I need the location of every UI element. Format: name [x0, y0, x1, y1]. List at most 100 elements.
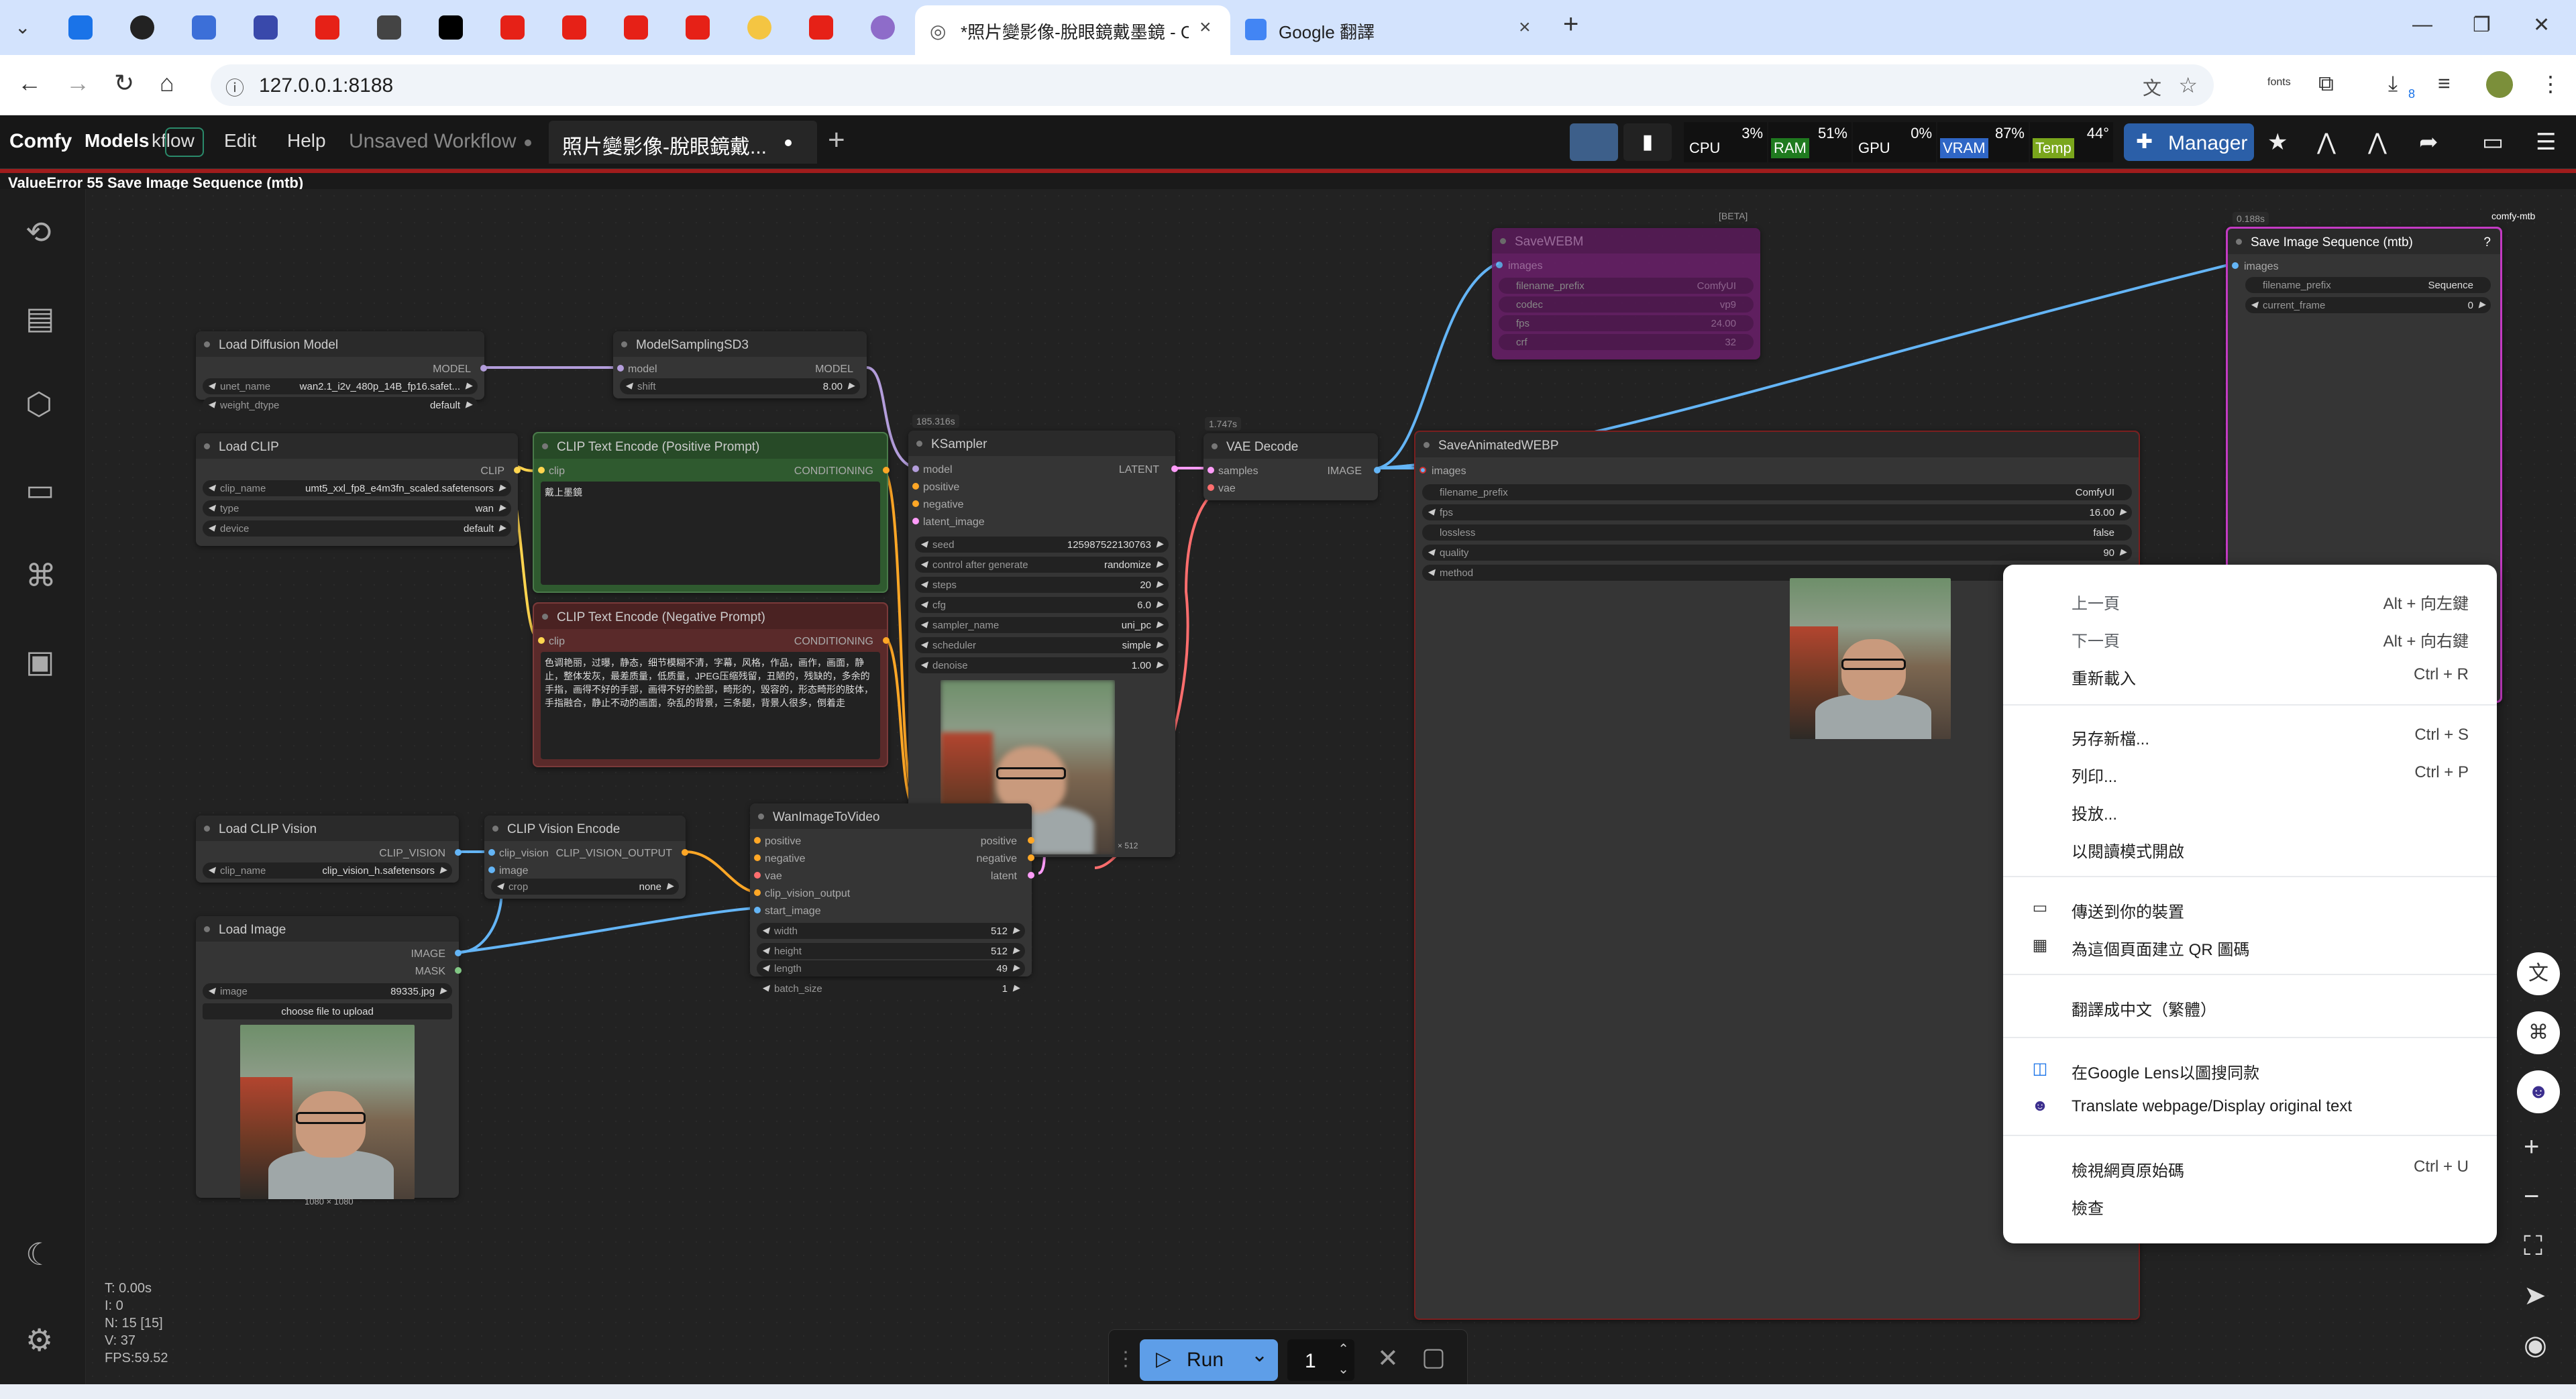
help-icon[interactable]: ?: [2483, 235, 2491, 250]
pinned-tab-icon[interactable]: [871, 15, 895, 40]
widget-image[interactable]: ◀ image 89335.jpg ▶: [203, 983, 452, 999]
input-pin[interactable]: [754, 837, 761, 844]
pinned-tab-icon[interactable]: [747, 15, 771, 40]
input-pin[interactable]: [1496, 262, 1503, 268]
menu-item-print[interactable]: 列印... Ctrl + P: [2003, 754, 2497, 791]
menu-item-google-lens[interactable]: ◫ 在Google Lens以圖搜同款: [2003, 1050, 2497, 1088]
output-pin[interactable]: [1171, 465, 1178, 472]
collapse-dot-icon[interactable]: [204, 826, 210, 832]
input-pin[interactable]: [1419, 467, 1426, 473]
star-icon[interactable]: ★: [2267, 129, 2288, 156]
tab-list-icon[interactable]: ⌄: [15, 16, 30, 38]
pinned-tab-icon[interactable]: [377, 15, 401, 40]
comfy-logo[interactable]: Comfy: [9, 130, 72, 153]
output-pin[interactable]: [455, 967, 462, 974]
batch-count-input[interactable]: 1 ⌃ ⌄: [1287, 1339, 1354, 1381]
translate-float-icon[interactable]: 文: [2517, 952, 2560, 995]
menu-item-reading-mode[interactable]: 以閱讀模式開啟: [2003, 829, 2497, 866]
menu-item-send-to-device[interactable]: ▭ 傳送到你的裝置: [2003, 889, 2497, 927]
widget-fps[interactable]: fps 24.00: [1499, 315, 1754, 331]
tab-google-translate[interactable]: Google 翻譯 ×: [1238, 5, 1547, 55]
back-icon[interactable]: ←: [17, 70, 42, 97]
node-load-clip[interactable]: Load CLIP CLIP ◀ clip_name umt5_xxl_fp8_e4…: [196, 433, 521, 546]
prompt-textarea[interactable]: 色调艳丽，过曝，静态，细节模糊不清，字幕，风格，作品，画作，画面，静止，整体发灰…: [541, 652, 880, 759]
input-pin[interactable]: [754, 872, 761, 879]
node-title-bar[interactable]: ModelSamplingSD3: [613, 331, 867, 357]
fit-view-icon[interactable]: ⛶: [2524, 1231, 2542, 1261]
input-pin[interactable]: [538, 467, 545, 473]
close-tab-icon[interactable]: ×: [1519, 17, 1531, 38]
widget-type[interactable]: ◀ type wan ▶: [203, 500, 511, 516]
home-icon[interactable]: ⌂: [160, 70, 174, 97]
input-pin[interactable]: [1208, 484, 1214, 491]
collapse-dot-icon[interactable]: [1424, 442, 1430, 448]
node-library-icon[interactable]: ▤: [25, 300, 54, 335]
input-pin[interactable]: [754, 889, 761, 896]
collapse-dot-icon[interactable]: [916, 441, 922, 447]
collapse-dot-icon[interactable]: [542, 443, 548, 449]
prompt-textarea[interactable]: 戴上墨鏡: [541, 482, 880, 585]
address-bar[interactable]: ⓘ 127.0.0.1:8188 文 ☆: [211, 64, 2214, 106]
widget-steps[interactable]: ◀ steps 20 ▶: [915, 577, 1169, 593]
menu-edit[interactable]: Edit: [224, 130, 256, 152]
select-mode-icon[interactable]: ➤: [2524, 1281, 2546, 1310]
collapse-dot-icon[interactable]: [542, 614, 548, 620]
forward-icon[interactable]: →: [66, 70, 90, 97]
queue-history-icon[interactable]: ⟲: [25, 215, 52, 249]
node-title-bar[interactable]: WanImageToVideo: [750, 803, 1032, 829]
bookmark-icon[interactable]: ▮: [1623, 123, 1672, 161]
collapse-dot-icon[interactable]: [492, 826, 498, 832]
collapse-dot-icon[interactable]: [204, 341, 210, 347]
widget-height[interactable]: ◀ height 512 ▶: [757, 943, 1025, 959]
toggle-panel-icon[interactable]: ▭: [2482, 129, 2504, 156]
node-title-bar[interactable]: CLIP Text Encode (Negative Prompt): [534, 604, 887, 629]
input-pin[interactable]: [488, 849, 495, 856]
cancel-run-icon[interactable]: ✕: [1377, 1343, 1399, 1374]
input-pin[interactable]: [488, 866, 495, 873]
youtube-tab-icon[interactable]: [686, 15, 710, 40]
output-pin[interactable]: [682, 849, 688, 856]
menu-item-forward[interactable]: 下一頁 Alt + 向右鍵: [2003, 618, 2497, 656]
decrement-icon[interactable]: ⌄: [1338, 1361, 1349, 1378]
node-title-bar[interactable]: CLIP Text Encode (Positive Prompt): [534, 433, 887, 459]
upload-button[interactable]: choose file to upload: [203, 1003, 452, 1019]
tab-active-workflow[interactable]: 照片變影像-脫眼鏡戴...: [549, 121, 817, 164]
model-library-icon[interactable]: ⬡: [25, 386, 52, 421]
node-manager-icon[interactable]: ⋀: [2368, 129, 2387, 156]
media-control-icon[interactable]: ≡: [2438, 71, 2451, 96]
theme-moon-icon[interactable]: ☾: [25, 1237, 53, 1272]
node-title-bar[interactable]: SaveWEBM: [1492, 228, 1760, 254]
node-title-bar[interactable]: Save Image Sequence (mtb)?: [2228, 229, 2500, 254]
node-title-bar[interactable]: Load CLIP Vision: [196, 816, 459, 841]
apps-float-icon[interactable]: ⌘: [2517, 1011, 2560, 1054]
menu-models[interactable]: Models: [85, 130, 149, 152]
menu-help[interactable]: Help: [287, 130, 326, 152]
collapse-dot-icon[interactable]: [758, 814, 764, 820]
node-clip-text-positive[interactable]: CLIP Text Encode (Positive Prompt) clip …: [533, 432, 890, 593]
new-tab-button[interactable]: +: [1563, 9, 1578, 40]
input-pin[interactable]: [2232, 262, 2239, 269]
input-pin[interactable]: [754, 907, 761, 913]
output-pin[interactable]: [1028, 837, 1034, 844]
input-pin[interactable]: [912, 518, 919, 524]
widget-width[interactable]: ◀ width 512 ▶: [757, 923, 1025, 939]
assistant-float-icon[interactable]: ☻: [2517, 1070, 2560, 1113]
collapse-dot-icon[interactable]: [621, 341, 627, 347]
workflows-folder-icon[interactable]: ▭: [25, 472, 54, 507]
collapse-dot-icon[interactable]: [204, 926, 210, 932]
stop-queue-icon[interactable]: ▢: [1421, 1342, 1446, 1372]
fonts-extension-label[interactable]: fonts: [2267, 76, 2291, 89]
tab-comfyui[interactable]: ◎ *照片變影像-脫眼鏡戴墨鏡 - Cc ×: [915, 5, 1230, 55]
widget-current-frame[interactable]: ◀ current_frame 0 ▶: [2245, 297, 2491, 313]
widget-seed[interactable]: ◀ seed 125987522130763 ▶: [915, 537, 1169, 553]
node-load-diffusion-model[interactable]: Load Diffusion Model MODEL ◀ unet_name wan…: [196, 331, 487, 400]
pinned-tab-icon[interactable]: [192, 15, 216, 40]
widget-clip-name[interactable]: ◀ clip_name umt5_xxl_fp8_e4m3fn_scaled.saf…: [203, 480, 511, 496]
gallery-icon[interactable]: ▣: [25, 644, 54, 679]
menu-item-save-as[interactable]: 另存新檔... Ctrl + S: [2003, 716, 2497, 754]
youtube-tab-icon[interactable]: [809, 15, 833, 40]
output-pin[interactable]: [455, 849, 462, 856]
widget-device[interactable]: ◀ device default ▶: [203, 520, 511, 537]
add-workflow-icon[interactable]: +: [828, 123, 845, 157]
widget-sampler-name[interactable]: ◀ sampler_name uni_pc ▶: [915, 617, 1169, 633]
